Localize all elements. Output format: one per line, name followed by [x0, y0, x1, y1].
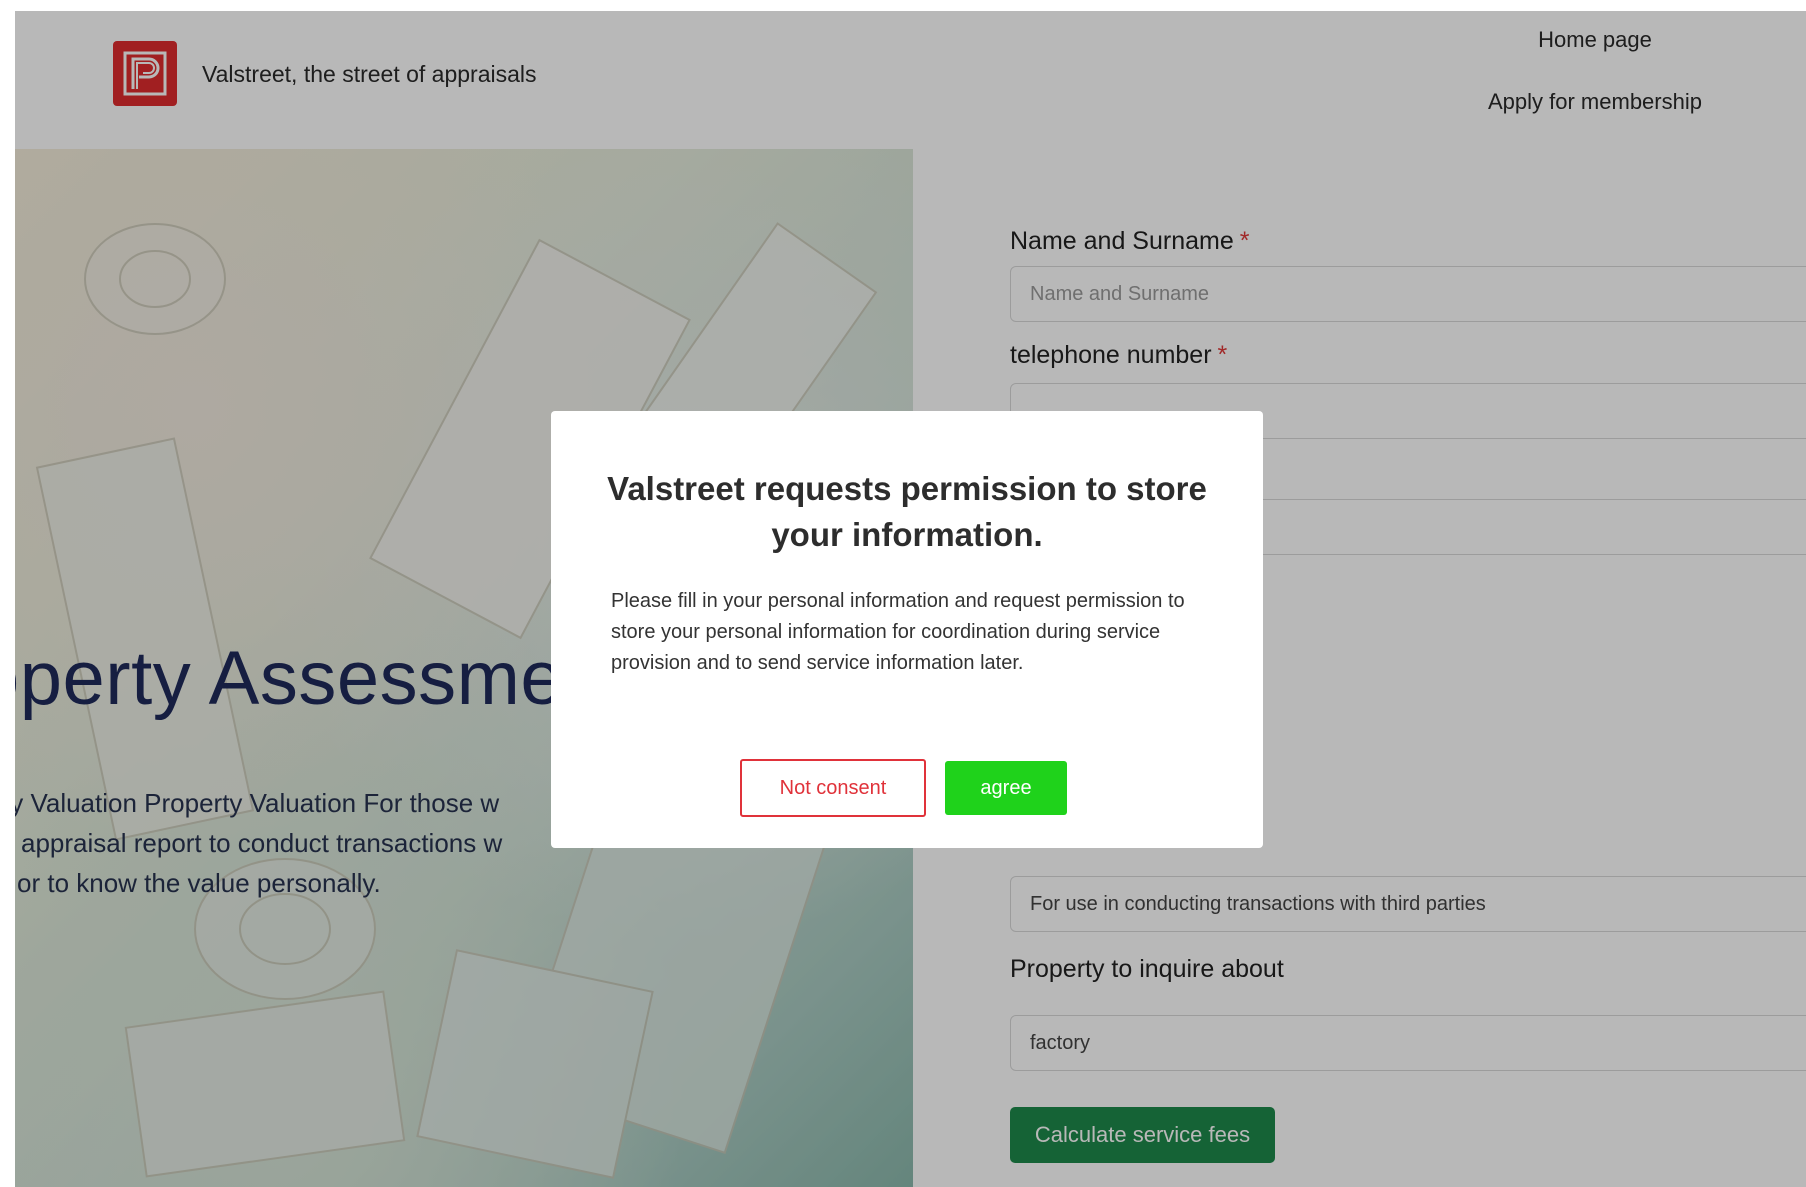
dialog-body: Please fill in your personal information… — [611, 590, 1185, 674]
agree-button[interactable]: agree — [945, 761, 1067, 815]
not-consent-button[interactable]: Not consent — [740, 759, 926, 817]
dialog-title: Valstreet requests permission to store y… — [607, 470, 1207, 553]
consent-dialog: Valstreet requests permission to store y… — [551, 411, 1263, 848]
page: Valstreet, the street of appraisals Home… — [15, 11, 1806, 1187]
